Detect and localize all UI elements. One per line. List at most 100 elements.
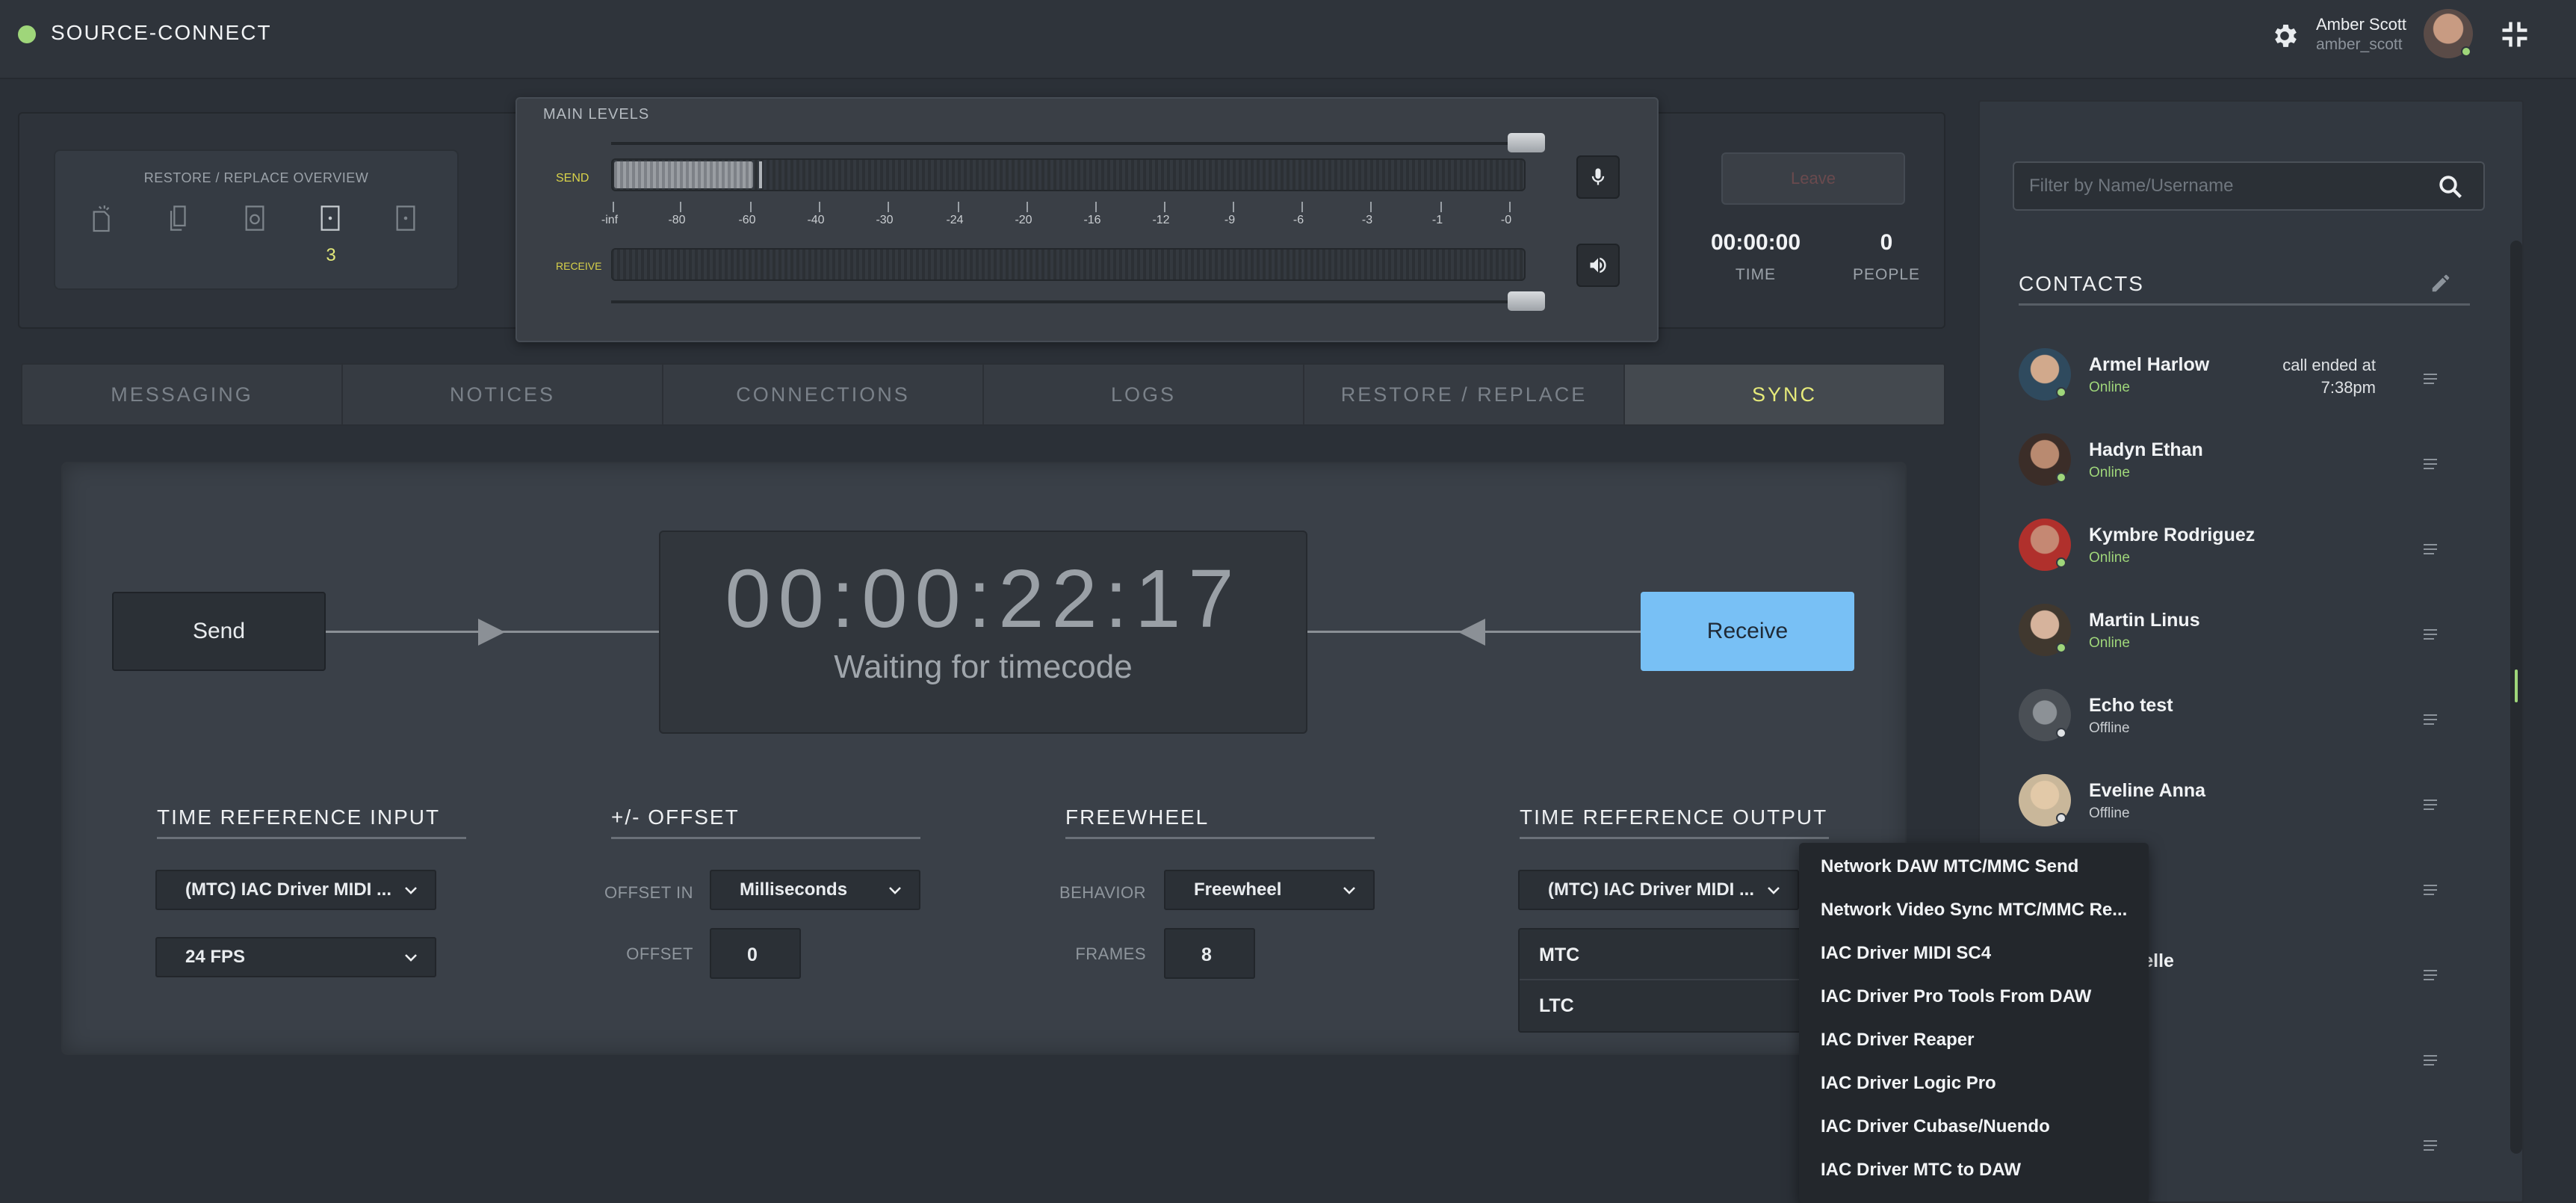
contact-name[interactable]: Echo test <box>2089 695 2173 717</box>
level-scale-mark <box>1370 202 1372 212</box>
behavior-label: BEHAVIOR <box>1059 883 1146 902</box>
send-gain-slider-thumb[interactable] <box>1508 133 1545 152</box>
contact-menu-icon[interactable] <box>2422 968 2439 982</box>
time-ref-input-underline <box>157 837 466 839</box>
restore-record-icon <box>245 205 264 231</box>
offset-in-label: OFFSET IN <box>604 883 693 902</box>
behavior-select[interactable]: Freewheel <box>1164 870 1375 910</box>
tab-notices[interactable]: NOTICES <box>343 365 663 424</box>
contact-menu-icon[interactable] <box>2422 713 2439 726</box>
contact-menu-icon[interactable] <box>2422 457 2439 471</box>
contact-status: Online <box>2089 465 2130 480</box>
microphone-button[interactable] <box>1576 155 1620 199</box>
contact-status: Online <box>2089 380 2130 395</box>
contact-name[interactable]: Hadyn Ethan <box>2089 439 2203 461</box>
contact-menu-icon[interactable] <box>2422 798 2439 811</box>
tab-sync[interactable]: SYNC <box>1625 365 1944 424</box>
call-note: call ended at 7:38pm <box>2282 356 2376 397</box>
fps-select[interactable]: 24 FPS <box>155 937 436 977</box>
tab-restore-replace[interactable]: RESTORE / REPLACE <box>1304 365 1625 424</box>
speaker-button[interactable] <box>1576 244 1620 287</box>
level-scale-tick: -1 <box>1431 214 1443 226</box>
offset-input[interactable]: 0 <box>710 928 801 979</box>
level-scale-mark <box>1164 202 1165 212</box>
contacts-filter-input[interactable] <box>2013 161 2485 211</box>
send-button[interactable]: Send <box>112 592 326 671</box>
output-type-option-mtc[interactable]: MTC <box>1539 944 1579 966</box>
contact-name[interactable]: Armel Harlow <box>2089 354 2209 376</box>
chevron-down-icon <box>1768 887 1780 894</box>
driver-option[interactable]: IAC Driver Cubase/Nuendo <box>1821 1116 2050 1137</box>
level-scale-mark <box>888 202 889 212</box>
output-type-option-ltc[interactable]: LTC <box>1539 995 1574 1017</box>
contact-name[interactable]: Eveline Anna <box>2089 780 2205 802</box>
search-icon[interactable] <box>2437 173 2464 200</box>
restore-files-icon <box>93 205 110 232</box>
output-type-menu <box>1518 928 1802 1033</box>
contact-status: Offline <box>2089 720 2130 736</box>
contact-menu-icon[interactable] <box>2422 628 2439 641</box>
tab-connections[interactable]: CONNECTIONS <box>663 365 984 424</box>
contact-status: Offline <box>2089 805 2130 821</box>
driver-option[interactable]: IAC Driver Pro Tools From DAW <box>1821 986 2091 1007</box>
level-scale-mark <box>680 202 681 212</box>
contact-name[interactable]: Martin Linus <box>2089 610 2200 631</box>
offset-in-select[interactable]: Milliseconds <box>710 870 920 910</box>
contact-menu-icon[interactable] <box>2422 1054 2439 1067</box>
send-meter-peak <box>759 161 762 188</box>
tab-messaging[interactable]: MESSAGING <box>22 365 343 424</box>
presence-dot <box>2056 728 2066 738</box>
presence-dot <box>2056 643 2066 653</box>
receive-button[interactable]: Receive <box>1641 592 1854 671</box>
level-scale-mark <box>1440 202 1442 212</box>
user-avatar[interactable] <box>2424 9 2473 58</box>
settings-gear-icon[interactable] <box>2270 21 2300 51</box>
contact-menu-icon[interactable] <box>2422 883 2439 897</box>
driver-option[interactable]: IAC Driver MTC to DAW <box>1821 1160 2021 1181</box>
user-name: Amber Scott <box>2316 15 2407 34</box>
time-ref-output-source-select[interactable]: (MTC) IAC Driver MIDI ... <box>1518 870 1799 910</box>
level-scale-mark <box>1233 202 1234 212</box>
level-scale-tick: -16 <box>1083 214 1101 226</box>
time-ref-output-title: TIME REFERENCE OUTPUT <box>1520 805 1828 829</box>
contact-menu-icon[interactable] <box>2422 372 2439 386</box>
level-scale-tick: -inf <box>601 214 619 226</box>
contact-menu-icon[interactable] <box>2422 542 2439 556</box>
level-scale-mark <box>750 202 752 212</box>
tab-logs[interactable]: LOGS <box>984 365 1304 424</box>
contacts-scroll-thumb[interactable] <box>2515 669 2518 702</box>
level-scale-mark <box>613 202 614 212</box>
contact-status: Online <box>2089 635 2130 651</box>
contacts-title: CONTACTS <box>2019 272 2144 295</box>
timecode-value: 00:00:22:17 <box>725 553 1242 645</box>
send-label: SEND <box>556 172 589 185</box>
time-ref-input-source-select[interactable]: (MTC) IAC Driver MIDI ... <box>155 870 436 910</box>
time-ref-input-title: TIME REFERENCE INPUT <box>157 805 441 829</box>
connection-status-dot <box>18 25 36 43</box>
frames-label: FRAMES <box>1075 944 1146 963</box>
collapse-window-icon[interactable] <box>2498 18 2531 51</box>
presence-dot <box>2056 387 2066 398</box>
receive-label: RECEIVE <box>556 260 602 272</box>
driver-option[interactable]: Network Video Sync MTC/MMC Re... <box>1821 900 2127 921</box>
receive-gain-slider-thumb[interactable] <box>1508 291 1545 311</box>
session-time-value: 00:00:00 <box>1710 230 1801 255</box>
edit-pencil-icon[interactable] <box>2430 272 2452 294</box>
contact-menu-icon[interactable] <box>2422 1139 2439 1152</box>
driver-option[interactable]: IAC Driver Reaper <box>1821 1030 1974 1051</box>
level-scale-mark <box>819 202 820 212</box>
level-scale-mark <box>1027 202 1028 212</box>
time-ref-input-source-value: (MTC) IAC Driver MIDI ... <box>185 879 392 900</box>
receive-gain-slider-track[interactable] <box>611 300 1526 303</box>
driver-option[interactable]: IAC Driver MIDI SC4 <box>1821 943 1991 964</box>
frames-input[interactable]: 8 <box>1164 928 1255 979</box>
send-gain-slider-track[interactable] <box>611 142 1526 145</box>
behavior-value: Freewheel <box>1194 879 1282 900</box>
contact-name[interactable]: Kymbre Rodriguez <box>2089 525 2255 546</box>
driver-option[interactable]: IAC Driver Logic Pro <box>1821 1073 1996 1094</box>
driver-option[interactable]: Network DAW MTC/MMC Send <box>1821 856 2078 877</box>
session-time-label: TIME <box>1735 266 1777 283</box>
leave-button[interactable]: Leave <box>1721 152 1905 205</box>
arrow-right-icon <box>478 619 505 646</box>
offset-in-value: Milliseconds <box>740 879 848 900</box>
